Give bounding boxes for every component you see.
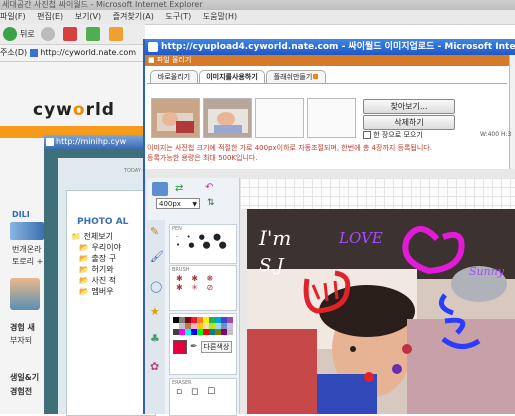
doodle-text-sj: S.J bbox=[259, 255, 285, 276]
menu-tools[interactable]: 도구(T) bbox=[165, 12, 191, 21]
tab-use-image[interactable]: 이미지를사용하기 bbox=[199, 70, 265, 83]
menu-file[interactable]: 파일(F) bbox=[0, 12, 26, 21]
undo-redo-icon[interactable]: ↶ bbox=[205, 182, 213, 193]
address-bar: 주소(D) http://cyworld.nate.com bbox=[0, 45, 145, 62]
crop-icon[interactable]: ⇅ bbox=[207, 198, 215, 208]
menu-favorites[interactable]: 즐겨찾기(A) bbox=[113, 12, 154, 21]
color-swatch[interactable] bbox=[227, 329, 233, 335]
menu-edit[interactable]: 편집(E) bbox=[37, 12, 63, 21]
ie-icon bbox=[46, 137, 54, 146]
logo-part: cyw bbox=[33, 100, 73, 120]
chevron-down-icon: ▼ bbox=[192, 201, 197, 208]
background-menu-bar: 파일(F) 편집(E) 보기(V) 즐겨찾기(A) 도구(T) 도움말(H) bbox=[0, 10, 515, 25]
ie-icon bbox=[148, 41, 158, 52]
left-item[interactable]: 경험전 bbox=[10, 386, 32, 397]
minihompy-title-bar: http://minihp.cyw bbox=[44, 135, 154, 149]
size-select[interactable]: 400px ▼ bbox=[156, 198, 200, 209]
edited-photo[interactable]: I'm S.J LOVE Sunny bbox=[247, 209, 515, 414]
pen-size-options[interactable]: · • ● ⬤ bbox=[170, 233, 236, 241]
rotate-arrows-icon[interactable]: ⇄ bbox=[175, 183, 183, 194]
eyedropper-icon[interactable]: ✒ bbox=[190, 342, 198, 352]
pencil-icon[interactable]: ✎ bbox=[150, 225, 159, 238]
sticker-icon[interactable]: ♣ bbox=[150, 332, 160, 345]
more-colors-button[interactable]: 다른색상 bbox=[200, 341, 233, 353]
back-arrow-icon[interactable] bbox=[3, 27, 17, 41]
left-item[interactable]: 번개온라 bbox=[12, 244, 41, 255]
popup-title-bar: http://cyupload4.cyworld.nate.com - 싸이월드… bbox=[145, 39, 515, 55]
doodle-text-love: LOVE bbox=[338, 229, 383, 247]
home-icon[interactable] bbox=[109, 27, 124, 41]
popup-subheader: ■ 파일 올리기 bbox=[145, 55, 515, 66]
upload-thumbnail-1[interactable] bbox=[151, 98, 200, 138]
left-item[interactable]: 부자되 bbox=[10, 335, 32, 346]
doodle-text-im: I'm bbox=[258, 226, 291, 250]
left-item[interactable]: 생일&기 bbox=[10, 372, 39, 383]
doodle-text-sunny: Sunny bbox=[469, 265, 505, 278]
logo-part: rld bbox=[85, 100, 115, 120]
upload-thumbnail-4[interactable] bbox=[307, 98, 356, 138]
tab-make-flash[interactable]: 플래쉬만들기 bbox=[266, 70, 326, 83]
popup-title: http://cyupload4.cyworld.nate.com - 싸이월드… bbox=[161, 42, 515, 52]
delete-button[interactable]: 삭제하기 bbox=[363, 115, 455, 130]
size-note: W:400 H:3 bbox=[480, 131, 512, 138]
logo-o: o bbox=[72, 100, 86, 120]
pen-label: PEN bbox=[172, 226, 182, 232]
browse-button[interactable]: 찾아보기... bbox=[363, 99, 455, 114]
color-palette: ✒ 다른색상 bbox=[169, 313, 237, 375]
menu-view[interactable]: 보기(V) bbox=[75, 12, 101, 21]
cyworld-logo[interactable]: cyworld bbox=[33, 100, 115, 120]
left-item[interactable]: DILI bbox=[12, 210, 30, 219]
stop-icon[interactable] bbox=[63, 27, 78, 41]
shape-icon[interactable]: ◯ bbox=[150, 280, 162, 293]
thumbnail-photo bbox=[204, 99, 251, 137]
menu-help[interactable]: 도움말(H) bbox=[203, 12, 237, 21]
upload-thumbnail-3[interactable] bbox=[255, 98, 304, 138]
eraser-label: ERASER bbox=[172, 380, 192, 386]
size-select-value: 400px bbox=[159, 200, 181, 208]
address-label: 주소(D) bbox=[0, 48, 28, 57]
left-item[interactable]: 토로리 + bbox=[12, 256, 43, 267]
brush-options-2[interactable]: ✱ ✳ ⊘ bbox=[170, 283, 236, 292]
merge-checkbox-row: 한 장으로 모으기 bbox=[363, 130, 423, 140]
address-input[interactable]: http://cyworld.nate.com bbox=[40, 48, 136, 57]
palette-grid bbox=[170, 314, 236, 338]
merge-checkbox-label: 한 장으로 모으기 bbox=[373, 131, 423, 139]
back-label[interactable]: 뒤로 bbox=[20, 30, 35, 39]
pen-size-options-2[interactable]: • ● ⬤ ⬤ bbox=[170, 241, 236, 249]
left-item[interactable]: 경험 새 bbox=[10, 322, 35, 333]
decoration-icon[interactable]: ✿ bbox=[150, 360, 159, 373]
eraser-panel: ERASER ▫ ◻ ☐ bbox=[169, 378, 237, 416]
refresh-icon[interactable] bbox=[86, 27, 101, 41]
photo-canvas: I'm S.J LOVE Sunny bbox=[247, 209, 515, 414]
stamp-star-icon[interactable]: ★ bbox=[150, 305, 160, 318]
minihompy-url: http://minihp.cyw bbox=[56, 137, 127, 146]
pen-panel: PEN · • ● ⬤ • ● ⬤ ⬤ bbox=[169, 224, 237, 264]
thumbnail-photo bbox=[152, 99, 199, 137]
background-toolbar: 뒤로 bbox=[0, 24, 145, 45]
upload-limit-notice: 등록가능한 용량은 최대 500K입니다. bbox=[147, 154, 258, 162]
selected-color-row: ✒ 다른색상 bbox=[170, 338, 236, 356]
merge-checkbox[interactable] bbox=[363, 131, 371, 139]
brush-label: BRUSH bbox=[172, 267, 190, 273]
background-window-title: 세대공간 사진첩 싸이월드 - Microsoft Internet Explo… bbox=[0, 0, 515, 10]
image-tool-icon[interactable] bbox=[152, 182, 168, 196]
site-banner[interactable] bbox=[10, 222, 44, 240]
brush-panel: BRUSH ✱ ✱ ❋ ✱ ✳ ⊘ bbox=[169, 265, 237, 311]
upload-thumbnail-2[interactable] bbox=[203, 98, 252, 138]
editor-canvas-grid[interactable] bbox=[240, 178, 515, 209]
tab-divider bbox=[147, 83, 507, 84]
new-badge-icon bbox=[313, 74, 319, 79]
brush-options[interactable]: ✱ ✱ ❋ bbox=[170, 274, 236, 283]
brush-icon[interactable]: 🖌 bbox=[150, 250, 164, 263]
forward-arrow-icon[interactable] bbox=[40, 27, 55, 41]
eraser-size-options[interactable]: ▫ ◻ ☐ bbox=[170, 387, 236, 397]
page-icon bbox=[29, 48, 38, 57]
selected-color-swatch[interactable] bbox=[173, 340, 187, 354]
upload-notice: 이미지는 사진첩 크기에 적절한 가로 400px이하로 자동조절되며, 한번에… bbox=[147, 144, 432, 152]
site-thumbnail[interactable] bbox=[10, 278, 40, 310]
tab-direct-upload[interactable]: 바로올리기 bbox=[150, 70, 198, 83]
